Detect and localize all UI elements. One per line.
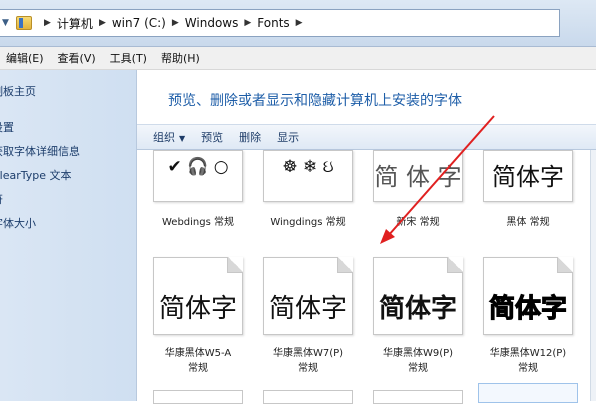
annotation-arrow <box>380 115 495 244</box>
